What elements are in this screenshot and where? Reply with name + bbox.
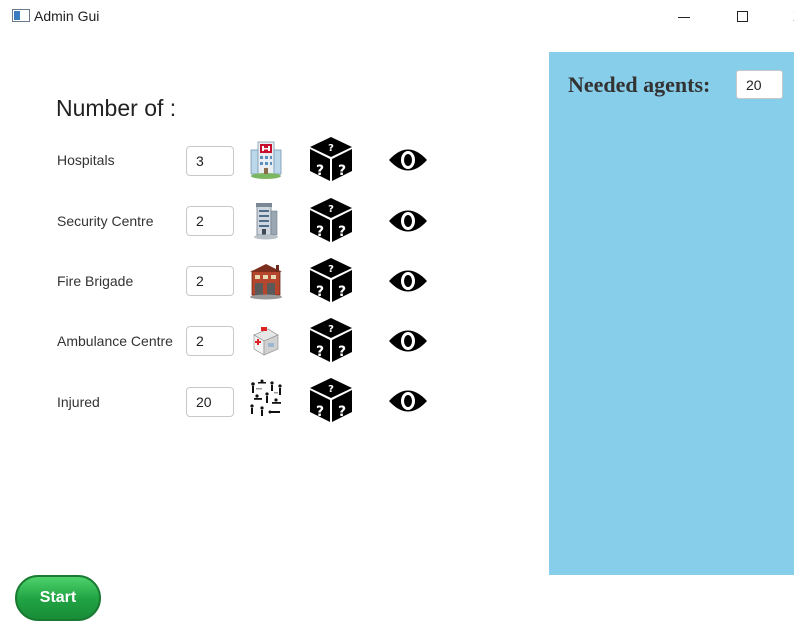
svg-text:?: ? [328, 324, 334, 335]
start-button[interactable]: Start [15, 575, 101, 621]
svg-text:?: ? [328, 384, 334, 395]
random-dice-icon[interactable]: ? ? ? [308, 316, 354, 364]
view-eye-icon[interactable] [388, 266, 428, 296]
svg-text:?: ? [338, 404, 346, 420]
title-bar: Admin Gui X [0, 0, 794, 32]
svg-text:?: ? [328, 264, 334, 275]
view-eye-icon[interactable] [388, 145, 428, 175]
needed-agents-input[interactable] [736, 70, 783, 99]
security-centre-label: Security Centre [57, 213, 154, 229]
hospitals-count-input[interactable] [186, 146, 234, 176]
svg-text:?: ? [316, 404, 324, 420]
svg-text:?: ? [338, 224, 346, 240]
injured-label: Injured [57, 394, 100, 410]
svg-text:?: ? [328, 204, 334, 215]
close-button[interactable]: X [778, 0, 794, 32]
hospital-icon [250, 141, 282, 179]
svg-text:?: ? [328, 143, 334, 154]
svg-text:?: ? [338, 344, 346, 360]
svg-text:?: ? [316, 163, 324, 179]
view-eye-icon[interactable] [388, 386, 428, 416]
needed-agents-label: Needed agents: [568, 72, 711, 97]
form-heading: Number of : [56, 95, 177, 121]
fire-brigade-icon [250, 264, 282, 300]
maximize-icon [736, 10, 748, 22]
injured-icon [250, 379, 282, 416]
svg-text:?: ? [316, 224, 324, 240]
svg-text:?: ? [316, 284, 324, 300]
random-dice-icon[interactable]: ? ? ? [308, 196, 354, 244]
minimize-icon [678, 16, 690, 18]
ambulance-centre-count-input[interactable] [186, 326, 234, 356]
random-dice-icon[interactable]: ? ? ? [308, 256, 354, 304]
agents-panel: Needed agents: [549, 52, 794, 575]
security-centre-count-input[interactable] [186, 206, 234, 236]
view-eye-icon[interactable] [388, 326, 428, 356]
random-dice-icon[interactable]: ? ? ? [308, 135, 354, 183]
svg-text:?: ? [338, 284, 346, 300]
svg-text:?: ? [338, 163, 346, 179]
view-eye-icon[interactable] [388, 206, 428, 236]
ambulance-centre-label: Ambulance Centre [57, 333, 173, 349]
window-title: Admin Gui [34, 8, 100, 24]
ambulance-centre-icon [253, 327, 279, 356]
app-icon [12, 9, 30, 22]
injured-count-input[interactable] [186, 387, 234, 417]
fire-brigade-label: Fire Brigade [57, 273, 134, 289]
maximize-button[interactable] [722, 0, 762, 32]
hospitals-label: Hospitals [57, 152, 115, 168]
random-dice-icon[interactable]: ? ? ? [308, 376, 354, 424]
svg-text:?: ? [316, 344, 324, 360]
minimize-button[interactable] [664, 0, 704, 32]
fire-brigade-count-input[interactable] [186, 266, 234, 296]
security-centre-icon [254, 203, 278, 240]
